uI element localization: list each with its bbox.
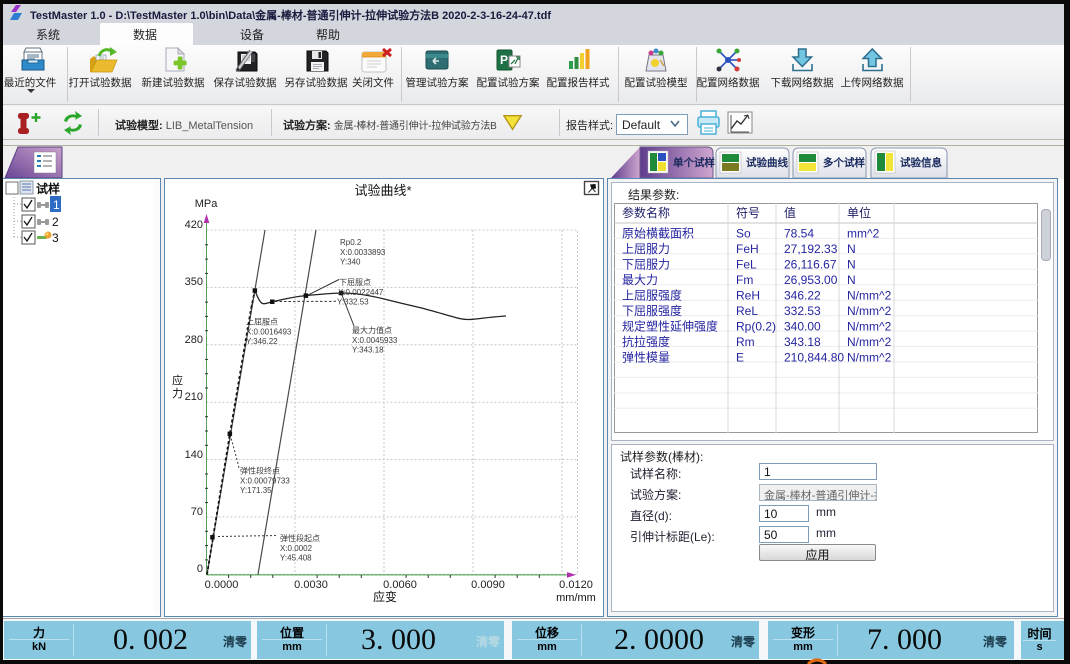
svg-text:0.0000: 0.0000 <box>205 579 239 591</box>
svg-text:最大力: 最大力 <box>622 273 658 287</box>
svg-text:下屈服点: 下屈服点 <box>339 278 371 287</box>
svg-text:70: 70 <box>191 506 203 518</box>
svg-text:单个试样: 单个试样 <box>673 156 715 169</box>
svg-text:Y:346.22: Y:346.22 <box>246 337 278 346</box>
svg-text:应: 应 <box>172 373 183 387</box>
svg-text:Y:332.53: Y:332.53 <box>337 298 369 307</box>
svg-text:上屈服力: 上屈服力 <box>622 242 670 256</box>
svg-text:X:0.00079733: X:0.00079733 <box>240 477 290 486</box>
svg-text:最大力值点: 最大力值点 <box>352 325 392 335</box>
svg-text:FeH: FeH <box>736 242 759 256</box>
svg-text:N: N <box>847 258 856 272</box>
svg-text:78.54: 78.54 <box>784 227 814 241</box>
svg-text:Y:340: Y:340 <box>340 258 361 267</box>
svg-text:FeL: FeL <box>736 258 757 272</box>
svg-text:试验信息: 试验信息 <box>900 156 942 169</box>
svg-text:下屈服力: 下屈服力 <box>622 258 670 272</box>
svg-text:Rp(0.2): Rp(0.2) <box>736 319 776 333</box>
svg-text:规定塑性延伸强度: 规定塑性延伸强度 <box>622 318 718 333</box>
svg-text:X:0.0033893: X:0.0033893 <box>340 248 386 257</box>
svg-text:27,192.33: 27,192.33 <box>784 242 838 256</box>
svg-text:26,953.00: 26,953.00 <box>784 273 838 287</box>
svg-text:ReH: ReH <box>736 289 760 303</box>
svg-text:力: 力 <box>172 387 183 400</box>
svg-text:N: N <box>847 242 856 256</box>
svg-text:Fm: Fm <box>736 273 753 287</box>
svg-text:340.00: 340.00 <box>784 319 821 333</box>
svg-text:弹性模量: 弹性模量 <box>622 350 670 364</box>
svg-text:上屈服点: 上屈服点 <box>246 318 278 327</box>
svg-text:试验曲线*: 试验曲线* <box>354 183 411 198</box>
svg-text:210,844.80: 210,844.80 <box>784 350 844 364</box>
svg-text:上屈服强度: 上屈服强度 <box>622 288 682 303</box>
svg-text:Y:343.18: Y:343.18 <box>352 346 384 355</box>
svg-text:弹性段起点: 弹性段起点 <box>280 533 320 543</box>
svg-text:346.22: 346.22 <box>784 289 821 303</box>
svg-text:0.0120: 0.0120 <box>559 579 593 591</box>
svg-text:420: 420 <box>185 219 203 231</box>
svg-text:0.0060: 0.0060 <box>383 579 417 591</box>
svg-text:X:0.0016493: X:0.0016493 <box>246 328 292 337</box>
svg-text:ReL: ReL <box>736 304 758 318</box>
svg-text:0.0030: 0.0030 <box>294 579 328 591</box>
svg-text:N/mm^2: N/mm^2 <box>847 289 892 303</box>
svg-text:350: 350 <box>185 276 203 288</box>
svg-text:MPa: MPa <box>195 198 219 210</box>
svg-text:0: 0 <box>197 563 203 575</box>
svg-text:N: N <box>847 273 856 287</box>
svg-text:符号: 符号 <box>736 205 760 220</box>
svg-text:Rm: Rm <box>736 335 755 349</box>
svg-text:下屈服强度: 下屈服强度 <box>622 303 682 318</box>
svg-text:N/mm^2: N/mm^2 <box>847 335 892 349</box>
svg-text:X:0.0002: X:0.0002 <box>280 544 313 553</box>
svg-text:140: 140 <box>185 449 203 461</box>
svg-text:210: 210 <box>185 391 203 403</box>
svg-text:试样: 试样 <box>36 181 60 196</box>
svg-text:3: 3 <box>52 231 59 245</box>
svg-text:X:0.0045933: X:0.0045933 <box>352 336 398 345</box>
svg-text:弹性段终点: 弹性段终点 <box>240 466 280 476</box>
svg-text:E: E <box>736 350 744 364</box>
svg-text:Y:171.35: Y:171.35 <box>240 486 272 495</box>
svg-text:抗拉强度: 抗拉强度 <box>622 334 670 349</box>
svg-text:0.0090: 0.0090 <box>471 579 505 591</box>
svg-text:1: 1 <box>53 198 60 212</box>
svg-text:P: P <box>500 53 508 67</box>
svg-text:Y:45.408: Y:45.408 <box>280 554 312 563</box>
svg-text:单位: 单位 <box>847 205 871 220</box>
svg-text:mm/mm: mm/mm <box>556 592 596 604</box>
svg-text:应变: 应变 <box>373 589 397 604</box>
svg-text:Rp0.2: Rp0.2 <box>340 238 362 247</box>
svg-text:2: 2 <box>52 215 59 229</box>
svg-text:参数名称: 参数名称 <box>622 205 670 220</box>
svg-text:试验曲线: 试验曲线 <box>746 156 788 169</box>
svg-text:N/mm^2: N/mm^2 <box>847 350 892 364</box>
svg-text:343.18: 343.18 <box>784 335 821 349</box>
svg-text:26,116.67: 26,116.67 <box>784 258 837 272</box>
svg-text:mm^2: mm^2 <box>847 227 880 241</box>
svg-text:值: 值 <box>784 205 796 220</box>
svg-text:N/mm^2: N/mm^2 <box>847 304 892 318</box>
svg-text:X:0.0022447: X:0.0022447 <box>338 288 384 297</box>
svg-text:多个试样: 多个试样 <box>823 156 865 169</box>
svg-text:N/mm^2: N/mm^2 <box>847 319 892 333</box>
svg-text:So: So <box>736 227 751 241</box>
svg-text:280: 280 <box>185 334 203 346</box>
svg-text:332.53: 332.53 <box>784 304 821 318</box>
svg-text:原始横截面积: 原始横截面积 <box>622 227 694 241</box>
